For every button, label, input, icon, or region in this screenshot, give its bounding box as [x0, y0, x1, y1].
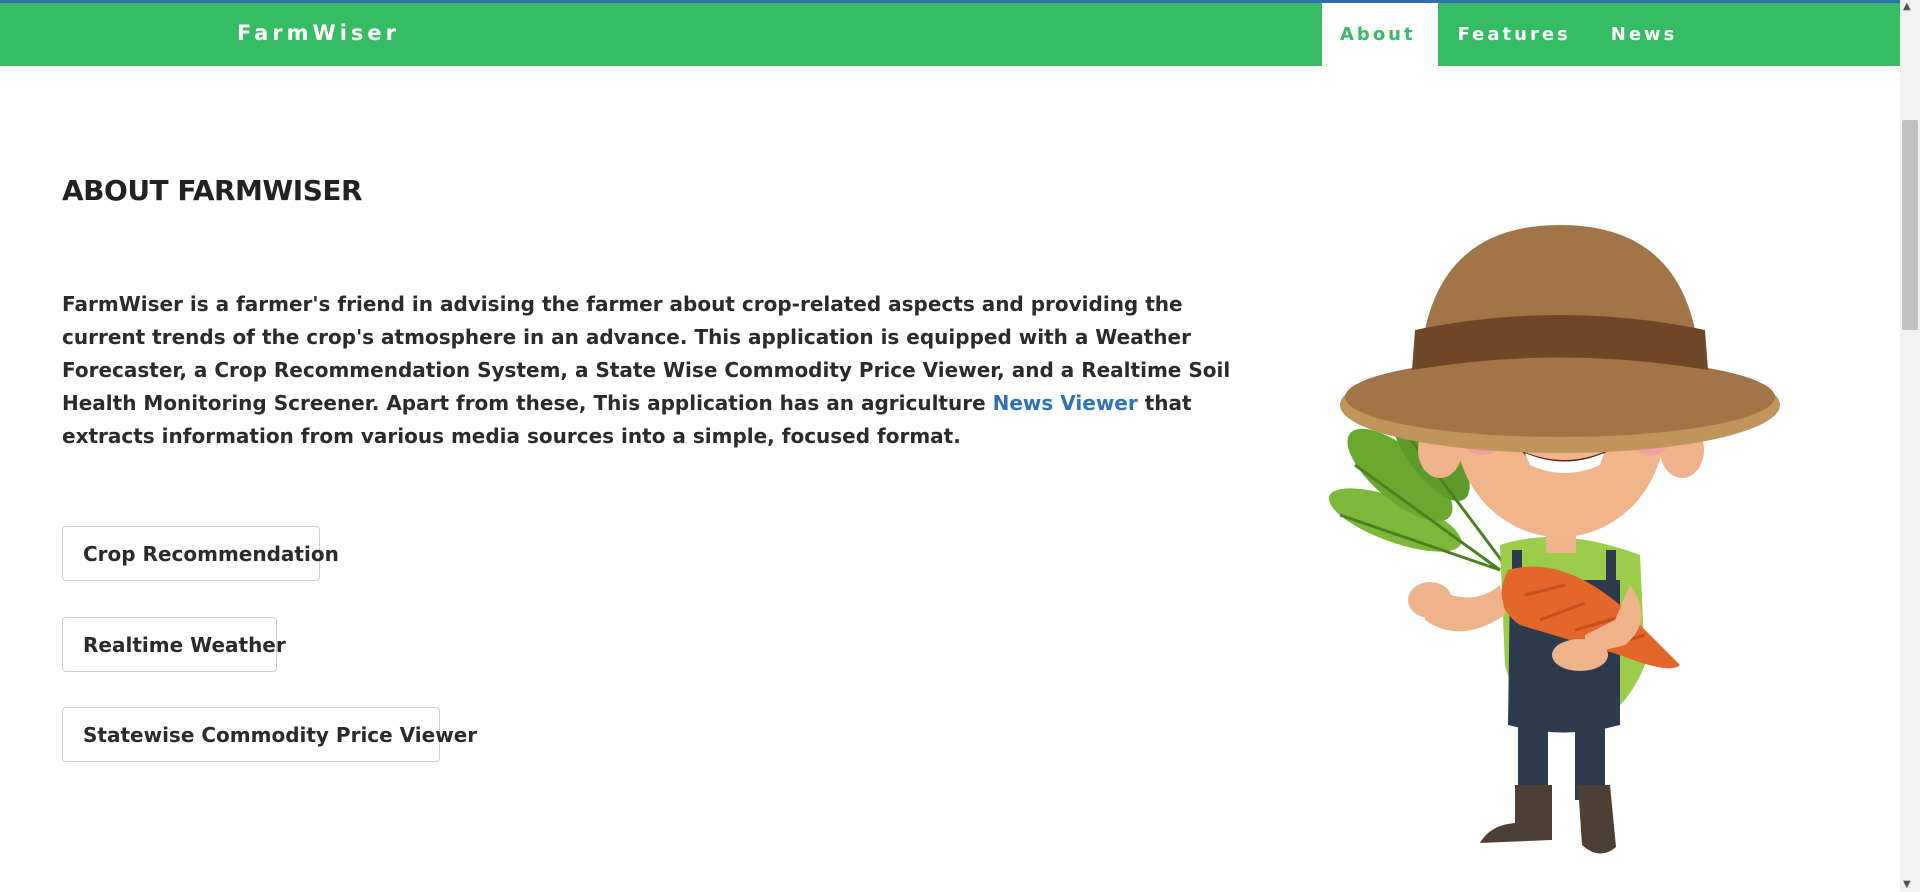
commodity-price-viewer-button[interactable]: Statewise Commodity Price Viewer — [62, 707, 477, 762]
news-viewer-link[interactable]: News Viewer — [993, 391, 1138, 415]
scrollbar-thumb[interactable] — [1902, 120, 1918, 330]
about-paragraph: FarmWiser is a farmer's friend in advisi… — [62, 288, 1232, 453]
farmer-illustration — [1328, 225, 1780, 854]
page-title: ABOUT FARMWISER — [62, 174, 363, 207]
realtime-weather-button[interactable]: Realtime Weather — [62, 617, 286, 672]
scroll-down-icon[interactable]: ▼ — [1903, 879, 1911, 891]
navbar: FarmWiser About Features News — [0, 3, 1900, 66]
nav-news[interactable]: News — [1589, 3, 1696, 66]
scroll-up-icon[interactable]: ▲ — [1903, 1, 1911, 13]
nav-menu: About Features News — [1322, 3, 1695, 66]
brand-logo[interactable]: FarmWiser — [237, 21, 400, 45]
crop-recommendation-button[interactable]: Crop Recommendation — [62, 526, 339, 581]
nav-about[interactable]: About — [1322, 3, 1438, 66]
nav-features[interactable]: Features — [1438, 3, 1589, 66]
